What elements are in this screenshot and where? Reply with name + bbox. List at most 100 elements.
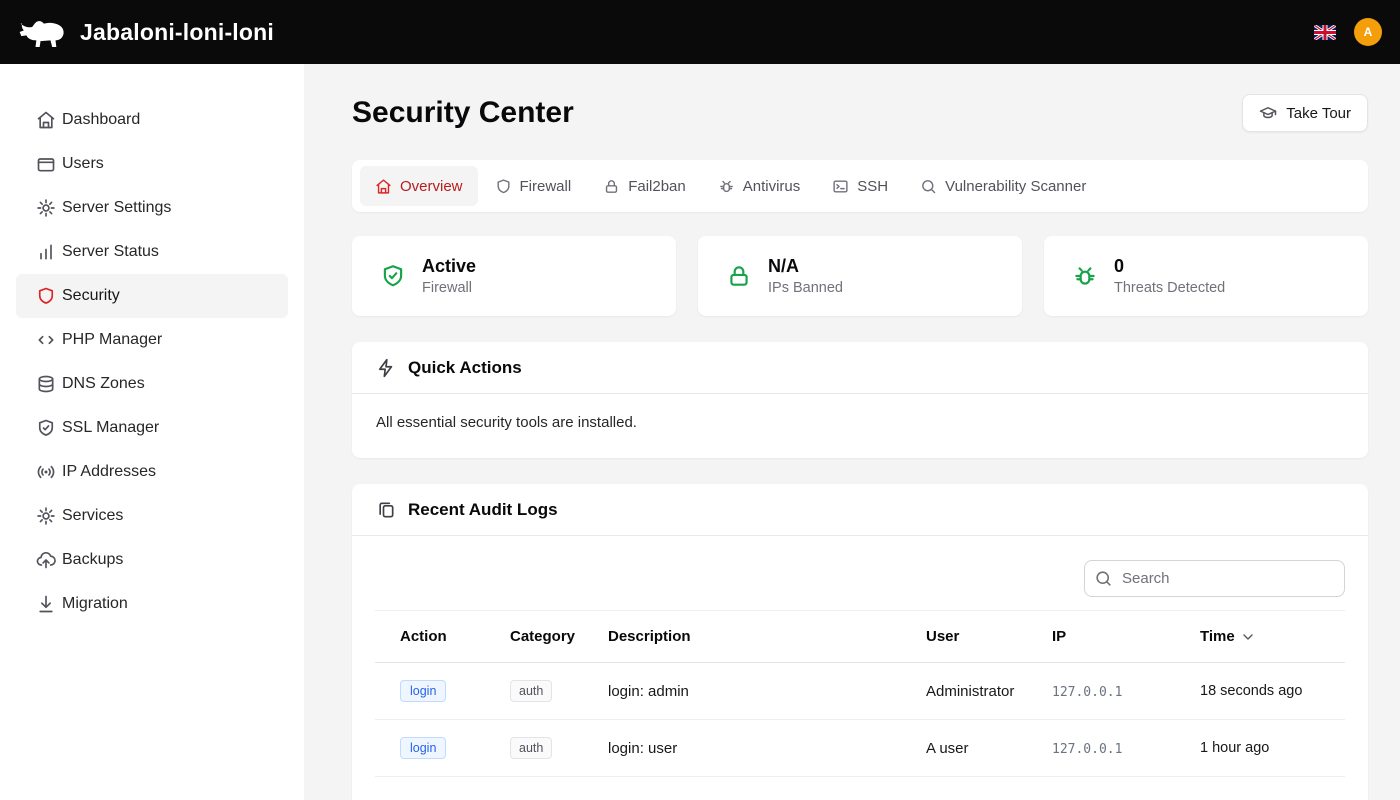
sidebar-item-php-manager[interactable]: PHP Manager (16, 318, 288, 362)
sidebar-item-label: Server Status (62, 243, 159, 261)
tab-vulnerability-scanner[interactable]: Vulnerability Scanner (905, 166, 1101, 206)
sidebar-item-label: PHP Manager (62, 331, 162, 349)
bull-logo-icon (18, 13, 68, 51)
sidebar-item-label: Security (62, 287, 120, 305)
user-cell: Administrator (901, 663, 1027, 720)
sidebar-item-migration[interactable]: Migration (16, 582, 288, 626)
quick-actions-header: Quick Actions (352, 342, 1368, 394)
sidebar-item-ssl-manager[interactable]: SSL Manager (16, 406, 288, 450)
sidebar-item-label: SSL Manager (62, 419, 159, 437)
column-header-action[interactable]: Action (375, 611, 485, 663)
main-content: Security Center Take Tour Overview Firew… (304, 64, 1400, 800)
quick-actions-card: Quick Actions All essential security too… (352, 342, 1368, 458)
ip-cell: 127.0.0.1 (1052, 742, 1122, 757)
broadcast-icon (36, 462, 56, 482)
sidebar-item-dns-zones[interactable]: DNS Zones (16, 362, 288, 406)
sidebar: Dashboard Users Server Settings Server S… (0, 64, 304, 800)
home-icon (36, 110, 56, 130)
tab-antivirus[interactable]: Antivirus (703, 166, 816, 206)
tab-firewall[interactable]: Firewall (480, 166, 587, 206)
tab-label: Overview (400, 178, 463, 195)
shield-check-icon (36, 418, 56, 438)
audit-logs-body: Action Category Description User IP Time (352, 536, 1368, 800)
shield-icon (495, 178, 512, 195)
column-header-ip[interactable]: IP (1027, 611, 1175, 663)
sidebar-item-security[interactable]: Security (16, 274, 288, 318)
documents-icon (376, 500, 396, 520)
lock-icon (726, 263, 752, 289)
tab-label: Antivirus (743, 178, 801, 195)
audit-logs-card: Recent Audit Logs Action Category Descri… (352, 484, 1368, 800)
stat-card-firewall: Active Firewall (352, 236, 676, 316)
audit-logs-title: Recent Audit Logs (408, 500, 558, 520)
tab-label: Fail2ban (628, 178, 686, 195)
scan-icon (920, 178, 937, 195)
lightning-icon (376, 358, 396, 378)
brand[interactable]: Jabaloni-loni-loni (18, 13, 274, 51)
tab-fail2ban[interactable]: Fail2ban (588, 166, 701, 206)
graduation-cap-icon (1259, 104, 1277, 122)
table-header-row: Action Category Description User IP Time (375, 611, 1345, 663)
sidebar-item-label: DNS Zones (62, 375, 145, 393)
home-icon (375, 178, 392, 195)
sidebar-item-ip-addresses[interactable]: IP Addresses (16, 450, 288, 494)
column-header-category[interactable]: Category (485, 611, 583, 663)
time-cell: 18 seconds ago (1175, 663, 1345, 720)
search-box (1084, 560, 1345, 597)
cloud-upload-icon (36, 550, 56, 570)
sidebar-item-users[interactable]: Users (16, 142, 288, 186)
audit-logs-table: Action Category Description User IP Time (375, 610, 1345, 800)
table-row (375, 777, 1345, 800)
tab-label: Firewall (520, 178, 572, 195)
download-icon (36, 594, 56, 614)
action-badge[interactable]: login (400, 680, 446, 702)
stat-value: 0 (1114, 256, 1225, 277)
sidebar-item-label: Services (62, 507, 123, 525)
stat-label: IPs Banned (768, 280, 843, 296)
sidebar-item-server-settings[interactable]: Server Settings (16, 186, 288, 230)
stat-value: N/A (768, 256, 843, 277)
search-icon (1094, 569, 1113, 588)
sidebar-item-label: Users (62, 155, 104, 173)
chevron-down-icon (1240, 629, 1256, 645)
shield-icon (36, 286, 56, 306)
page-title: Security Center (352, 96, 574, 130)
description-cell: login: admin (583, 663, 901, 720)
shield-check-icon (380, 263, 406, 289)
sidebar-item-label: Backups (62, 551, 123, 569)
top-bar: Jabaloni-loni-loni A (0, 0, 1400, 64)
column-header-time[interactable]: Time (1175, 611, 1345, 663)
tab-ssh[interactable]: SSH (817, 166, 903, 206)
uk-flag-icon[interactable] (1314, 25, 1336, 40)
tab-overview[interactable]: Overview (360, 166, 478, 206)
bug-icon (718, 178, 735, 195)
category-badge: auth (510, 737, 552, 759)
sidebar-item-backups[interactable]: Backups (16, 538, 288, 582)
quick-actions-body: All essential security tools are install… (352, 394, 1368, 458)
time-cell: 1 hour ago (1175, 720, 1345, 777)
user-avatar[interactable]: A (1354, 18, 1382, 46)
lock-icon (603, 178, 620, 195)
take-tour-button[interactable]: Take Tour (1242, 94, 1368, 132)
tab-label: Vulnerability Scanner (945, 178, 1086, 195)
database-icon (36, 374, 56, 394)
take-tour-label: Take Tour (1286, 105, 1351, 122)
sidebar-item-services[interactable]: Services (16, 494, 288, 538)
stat-label: Threats Detected (1114, 280, 1225, 296)
description-cell: login: user (583, 720, 901, 777)
stat-card-ips-banned: N/A IPs Banned (698, 236, 1022, 316)
table-row: login auth login: admin Administrator 12… (375, 663, 1345, 720)
action-badge[interactable]: login (400, 737, 446, 759)
stat-card-threats: 0 Threats Detected (1044, 236, 1368, 316)
wallet-icon (36, 154, 56, 174)
stat-label: Firewall (422, 280, 476, 296)
search-input[interactable] (1084, 560, 1345, 597)
gear-icon (36, 506, 56, 526)
sidebar-item-server-status[interactable]: Server Status (16, 230, 288, 274)
quick-actions-title: Quick Actions (408, 358, 522, 378)
column-header-description[interactable]: Description (583, 611, 901, 663)
column-header-user[interactable]: User (901, 611, 1027, 663)
sidebar-item-dashboard[interactable]: Dashboard (16, 98, 288, 142)
app-title: Jabaloni-loni-loni (80, 19, 274, 46)
sidebar-item-label: IP Addresses (62, 463, 156, 481)
